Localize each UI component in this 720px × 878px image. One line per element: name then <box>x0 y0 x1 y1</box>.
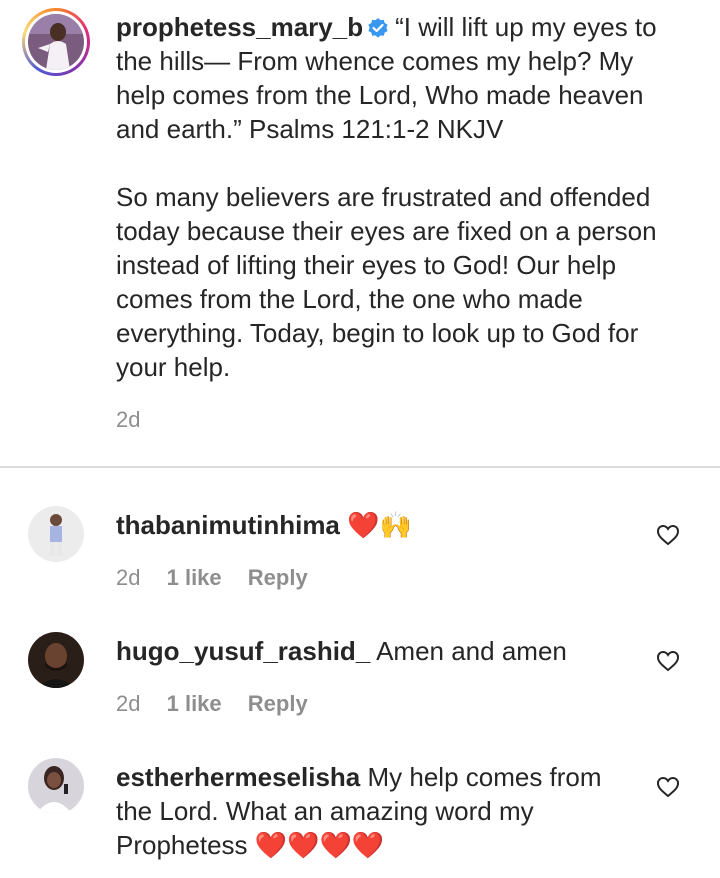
caption-body: “I will lift up my eyes to the hills— Fr… <box>116 12 657 382</box>
author-avatar[interactable] <box>22 8 90 76</box>
comment-emoji: ❤️🙌 <box>347 510 412 540</box>
post-age: 2d <box>116 407 141 432</box>
comment-username[interactable]: hugo_yusuf_rashid_ <box>116 636 370 666</box>
reply-button[interactable]: Reply <box>248 565 308 590</box>
reply-button[interactable]: Reply <box>248 691 308 716</box>
comment-age: 2d <box>116 565 141 590</box>
commenter-avatar[interactable] <box>28 758 84 814</box>
post-caption: prophetess_mary_b “I will lift up my eyes… <box>0 0 720 466</box>
commenter-avatar[interactable] <box>28 632 84 688</box>
comment-username[interactable]: thabanimutinhima <box>116 510 340 540</box>
author-photo <box>28 14 84 70</box>
comment-age: 2d <box>116 691 141 716</box>
comment-likes[interactable]: 1 like <box>167 691 222 716</box>
verified-badge-icon <box>367 13 389 38</box>
commenter-avatar[interactable] <box>28 506 84 562</box>
divider <box>0 466 720 468</box>
author-username[interactable]: prophetess_mary_b <box>116 12 363 42</box>
comment-likes[interactable]: 1 like <box>167 565 222 590</box>
comment-text: Amen and amen <box>376 636 567 666</box>
like-heart-icon[interactable] <box>656 650 680 672</box>
like-heart-icon[interactable] <box>656 776 680 798</box>
comment-username[interactable]: estherhermeselisha <box>116 762 360 792</box>
like-heart-icon[interactable] <box>656 524 680 546</box>
comment-emoji: ❤️❤️❤️❤️ <box>254 830 385 860</box>
